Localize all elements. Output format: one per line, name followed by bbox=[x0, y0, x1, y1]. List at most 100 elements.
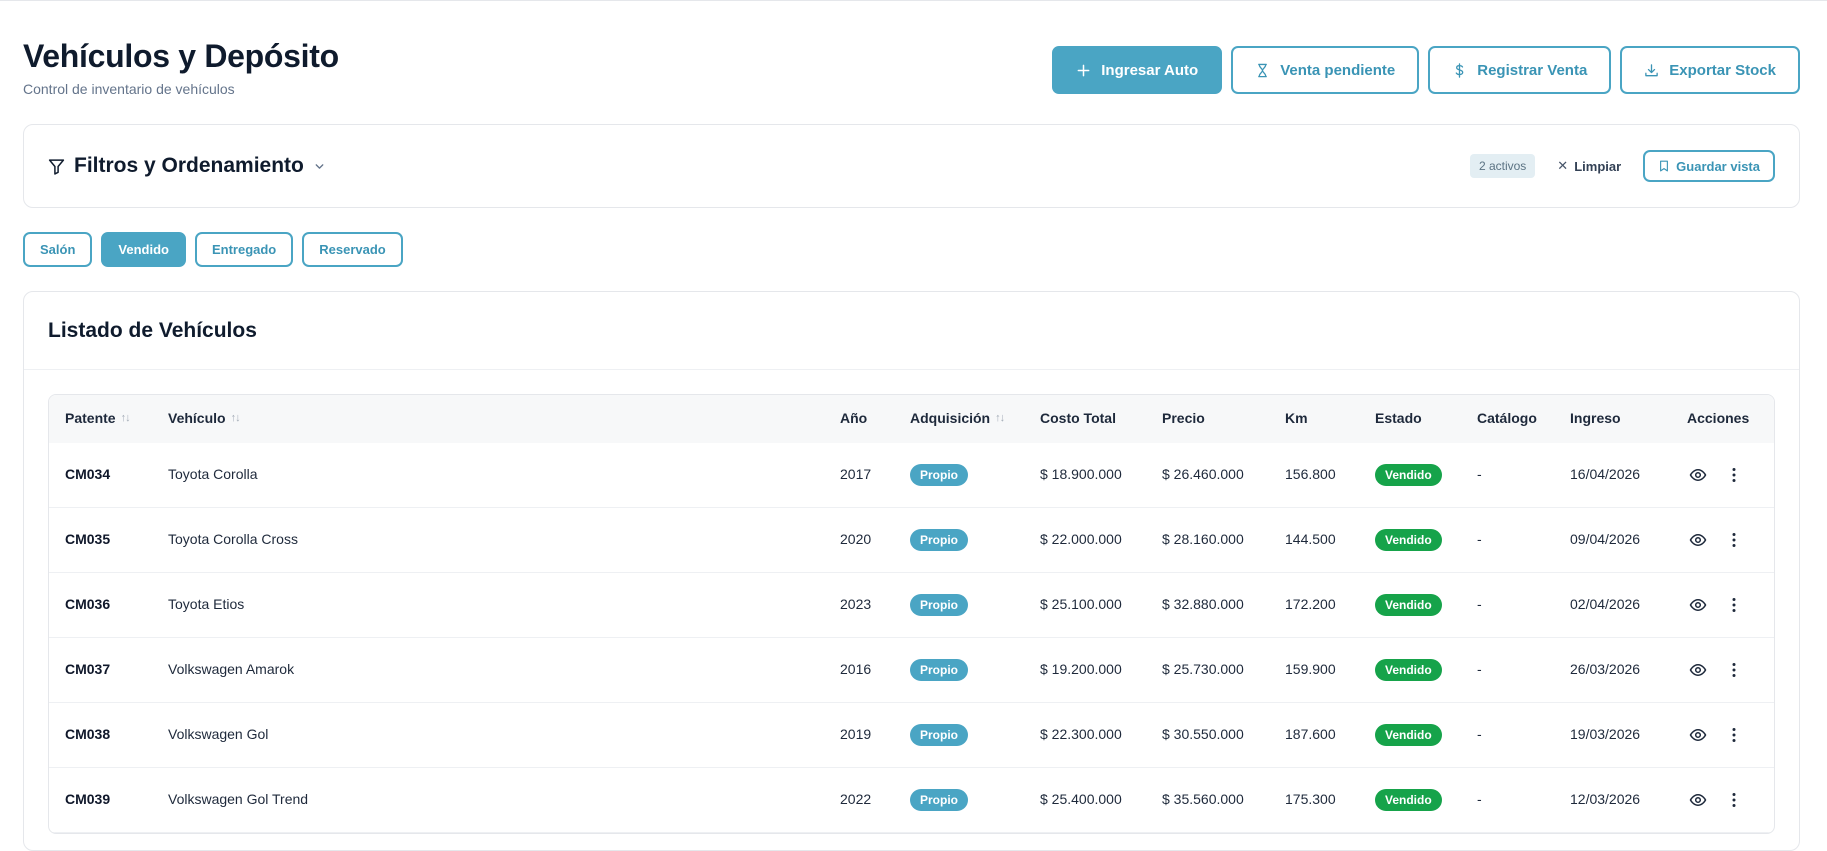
more-vertical-icon bbox=[1732, 598, 1736, 612]
cell-precio: $ 25.730.000 bbox=[1162, 661, 1244, 677]
cell-costo: $ 25.400.000 bbox=[1040, 791, 1122, 807]
chip-salon[interactable]: Salón bbox=[23, 232, 93, 267]
col-vehiculo[interactable]: Vehículo ↑↓ bbox=[168, 410, 241, 426]
table-row[interactable]: CM039 Volkswagen Gol Trend 2022 Propio $… bbox=[49, 768, 1774, 833]
cell-patente: CM036 bbox=[65, 596, 111, 612]
top-border bbox=[0, 0, 1827, 1]
cell-patente: CM038 bbox=[65, 726, 111, 742]
view-button[interactable] bbox=[1687, 529, 1709, 551]
status-badge: Vendido bbox=[1375, 594, 1442, 616]
view-button[interactable] bbox=[1687, 594, 1709, 616]
more-vertical-icon bbox=[1732, 728, 1736, 742]
cell-ingreso: 19/03/2026 bbox=[1570, 726, 1641, 742]
more-actions-button[interactable] bbox=[1723, 789, 1745, 811]
cell-ingreso: 26/03/2026 bbox=[1570, 661, 1641, 677]
page-title: Vehículos y Depósito bbox=[23, 38, 339, 74]
acquisition-badge: Propio bbox=[910, 464, 968, 486]
clear-filters-label: Limpiar bbox=[1574, 158, 1622, 174]
more-vertical-icon bbox=[1732, 663, 1736, 677]
view-button[interactable] bbox=[1687, 464, 1709, 486]
save-view-button[interactable]: Guardar vista bbox=[1643, 150, 1775, 182]
cell-vehiculo: Toyota Corolla bbox=[168, 466, 258, 482]
view-button[interactable] bbox=[1687, 724, 1709, 746]
cell-vehiculo: Volkswagen Gol bbox=[168, 726, 269, 742]
register-sale-button[interactable]: Registrar Venta bbox=[1428, 46, 1612, 94]
cell-km: 156.800 bbox=[1285, 466, 1336, 482]
cell-catalogo: - bbox=[1477, 791, 1482, 807]
col-patente-label: Patente bbox=[65, 410, 116, 426]
cell-patente: CM037 bbox=[65, 661, 111, 677]
pending-sale-button[interactable]: Venta pendiente bbox=[1231, 46, 1420, 94]
cell-anio: 2020 bbox=[840, 531, 872, 547]
filters-controls: 2 activos ✕ Limpiar Guardar vista bbox=[1469, 150, 1775, 182]
cell-km: 172.200 bbox=[1285, 596, 1336, 612]
cell-anio: 2017 bbox=[840, 466, 872, 482]
cell-ingreso: 09/04/2026 bbox=[1570, 531, 1641, 547]
cell-patente: CM039 bbox=[65, 791, 111, 807]
cell-anio: 2023 bbox=[840, 596, 872, 612]
table-row[interactable]: CM038 Volkswagen Gol 2019 Propio $ 22.30… bbox=[49, 703, 1774, 768]
register-sale-label: Registrar Venta bbox=[1477, 61, 1588, 79]
table-row[interactable]: CM035 Toyota Corolla Cross 2020 Propio $… bbox=[49, 508, 1774, 573]
col-adquisicion[interactable]: Adquisición ↑↓ bbox=[910, 410, 1005, 426]
cell-vehiculo: Volkswagen Gol Trend bbox=[168, 791, 309, 807]
view-button[interactable] bbox=[1687, 789, 1709, 811]
export-stock-label: Exportar Stock bbox=[1669, 61, 1776, 79]
cell-precio: $ 26.460.000 bbox=[1162, 466, 1244, 482]
save-view-label: Guardar vista bbox=[1676, 158, 1760, 174]
cell-ingreso: 16/04/2026 bbox=[1570, 466, 1641, 482]
eye-icon bbox=[1689, 599, 1707, 611]
more-actions-button[interactable] bbox=[1723, 659, 1745, 681]
export-stock-button[interactable]: Exportar Stock bbox=[1620, 46, 1800, 94]
clear-filters-button[interactable]: ✕ Limpiar bbox=[1549, 158, 1629, 174]
filters-card: Filtros y Ordenamiento 2 activos ✕ Limpi… bbox=[23, 124, 1800, 208]
col-precio: Precio bbox=[1162, 410, 1205, 426]
col-estado: Estado bbox=[1375, 410, 1422, 426]
cell-km: 187.600 bbox=[1285, 726, 1336, 742]
col-km: Km bbox=[1285, 410, 1308, 426]
status-badge: Vendido bbox=[1375, 659, 1442, 681]
more-actions-button[interactable] bbox=[1723, 594, 1745, 616]
col-patente[interactable]: Patente ↑↓ bbox=[65, 410, 131, 426]
cell-precio: $ 28.160.000 bbox=[1162, 531, 1244, 547]
cell-costo: $ 19.200.000 bbox=[1040, 661, 1122, 677]
table-row[interactable]: CM037 Volkswagen Amarok 2016 Propio $ 19… bbox=[49, 638, 1774, 703]
chip-entregado[interactable]: Entregado bbox=[194, 232, 294, 267]
col-catalogo: Catálogo bbox=[1477, 410, 1537, 426]
table-row[interactable]: CM036 Toyota Etios 2023 Propio $ 25.100.… bbox=[49, 573, 1774, 638]
cell-vehiculo: Toyota Etios bbox=[168, 596, 245, 612]
page-header: Vehículos y Depósito Control de inventar… bbox=[23, 38, 339, 97]
table-row[interactable]: CM034 Toyota Corolla 2017 Propio $ 18.90… bbox=[49, 443, 1774, 508]
list-title: Listado de Vehículos bbox=[48, 319, 257, 342]
more-actions-button[interactable] bbox=[1723, 529, 1745, 551]
col-anio: Año bbox=[840, 410, 868, 426]
cell-catalogo: - bbox=[1477, 726, 1482, 742]
cell-km: 144.500 bbox=[1285, 531, 1336, 547]
eye-icon bbox=[1689, 729, 1707, 741]
view-button[interactable] bbox=[1687, 659, 1709, 681]
plus-icon bbox=[1077, 64, 1090, 76]
status-badge: Vendido bbox=[1375, 724, 1442, 746]
acquisition-badge: Propio bbox=[910, 529, 968, 551]
cell-precio: $ 30.550.000 bbox=[1162, 726, 1244, 742]
cell-anio: 2016 bbox=[840, 661, 872, 677]
cell-patente: CM035 bbox=[65, 531, 111, 547]
add-car-button[interactable]: Ingresar Auto bbox=[1052, 46, 1223, 94]
header-actions: Ingresar Auto Venta pendiente Registrar … bbox=[1052, 46, 1800, 94]
chip-reservado[interactable]: Reservado bbox=[302, 232, 403, 267]
cell-catalogo: - bbox=[1477, 596, 1482, 612]
chip-vendido[interactable]: Vendido bbox=[101, 232, 186, 267]
close-icon: ✕ bbox=[1557, 158, 1569, 173]
cell-ingreso: 02/04/2026 bbox=[1570, 596, 1641, 612]
cell-patente: CM034 bbox=[65, 466, 111, 482]
more-actions-button[interactable] bbox=[1723, 724, 1745, 746]
eye-icon bbox=[1689, 534, 1707, 546]
cell-anio: 2019 bbox=[840, 726, 872, 742]
more-vertical-icon bbox=[1732, 793, 1736, 807]
col-ingreso: Ingreso bbox=[1570, 410, 1621, 426]
sort-icon: ↑↓ bbox=[230, 412, 241, 424]
bookmark-icon bbox=[1660, 160, 1669, 172]
status-badge: Vendido bbox=[1375, 789, 1442, 811]
more-actions-button[interactable] bbox=[1723, 464, 1745, 486]
filters-toggle[interactable]: Filtros y Ordenamiento bbox=[48, 154, 326, 178]
